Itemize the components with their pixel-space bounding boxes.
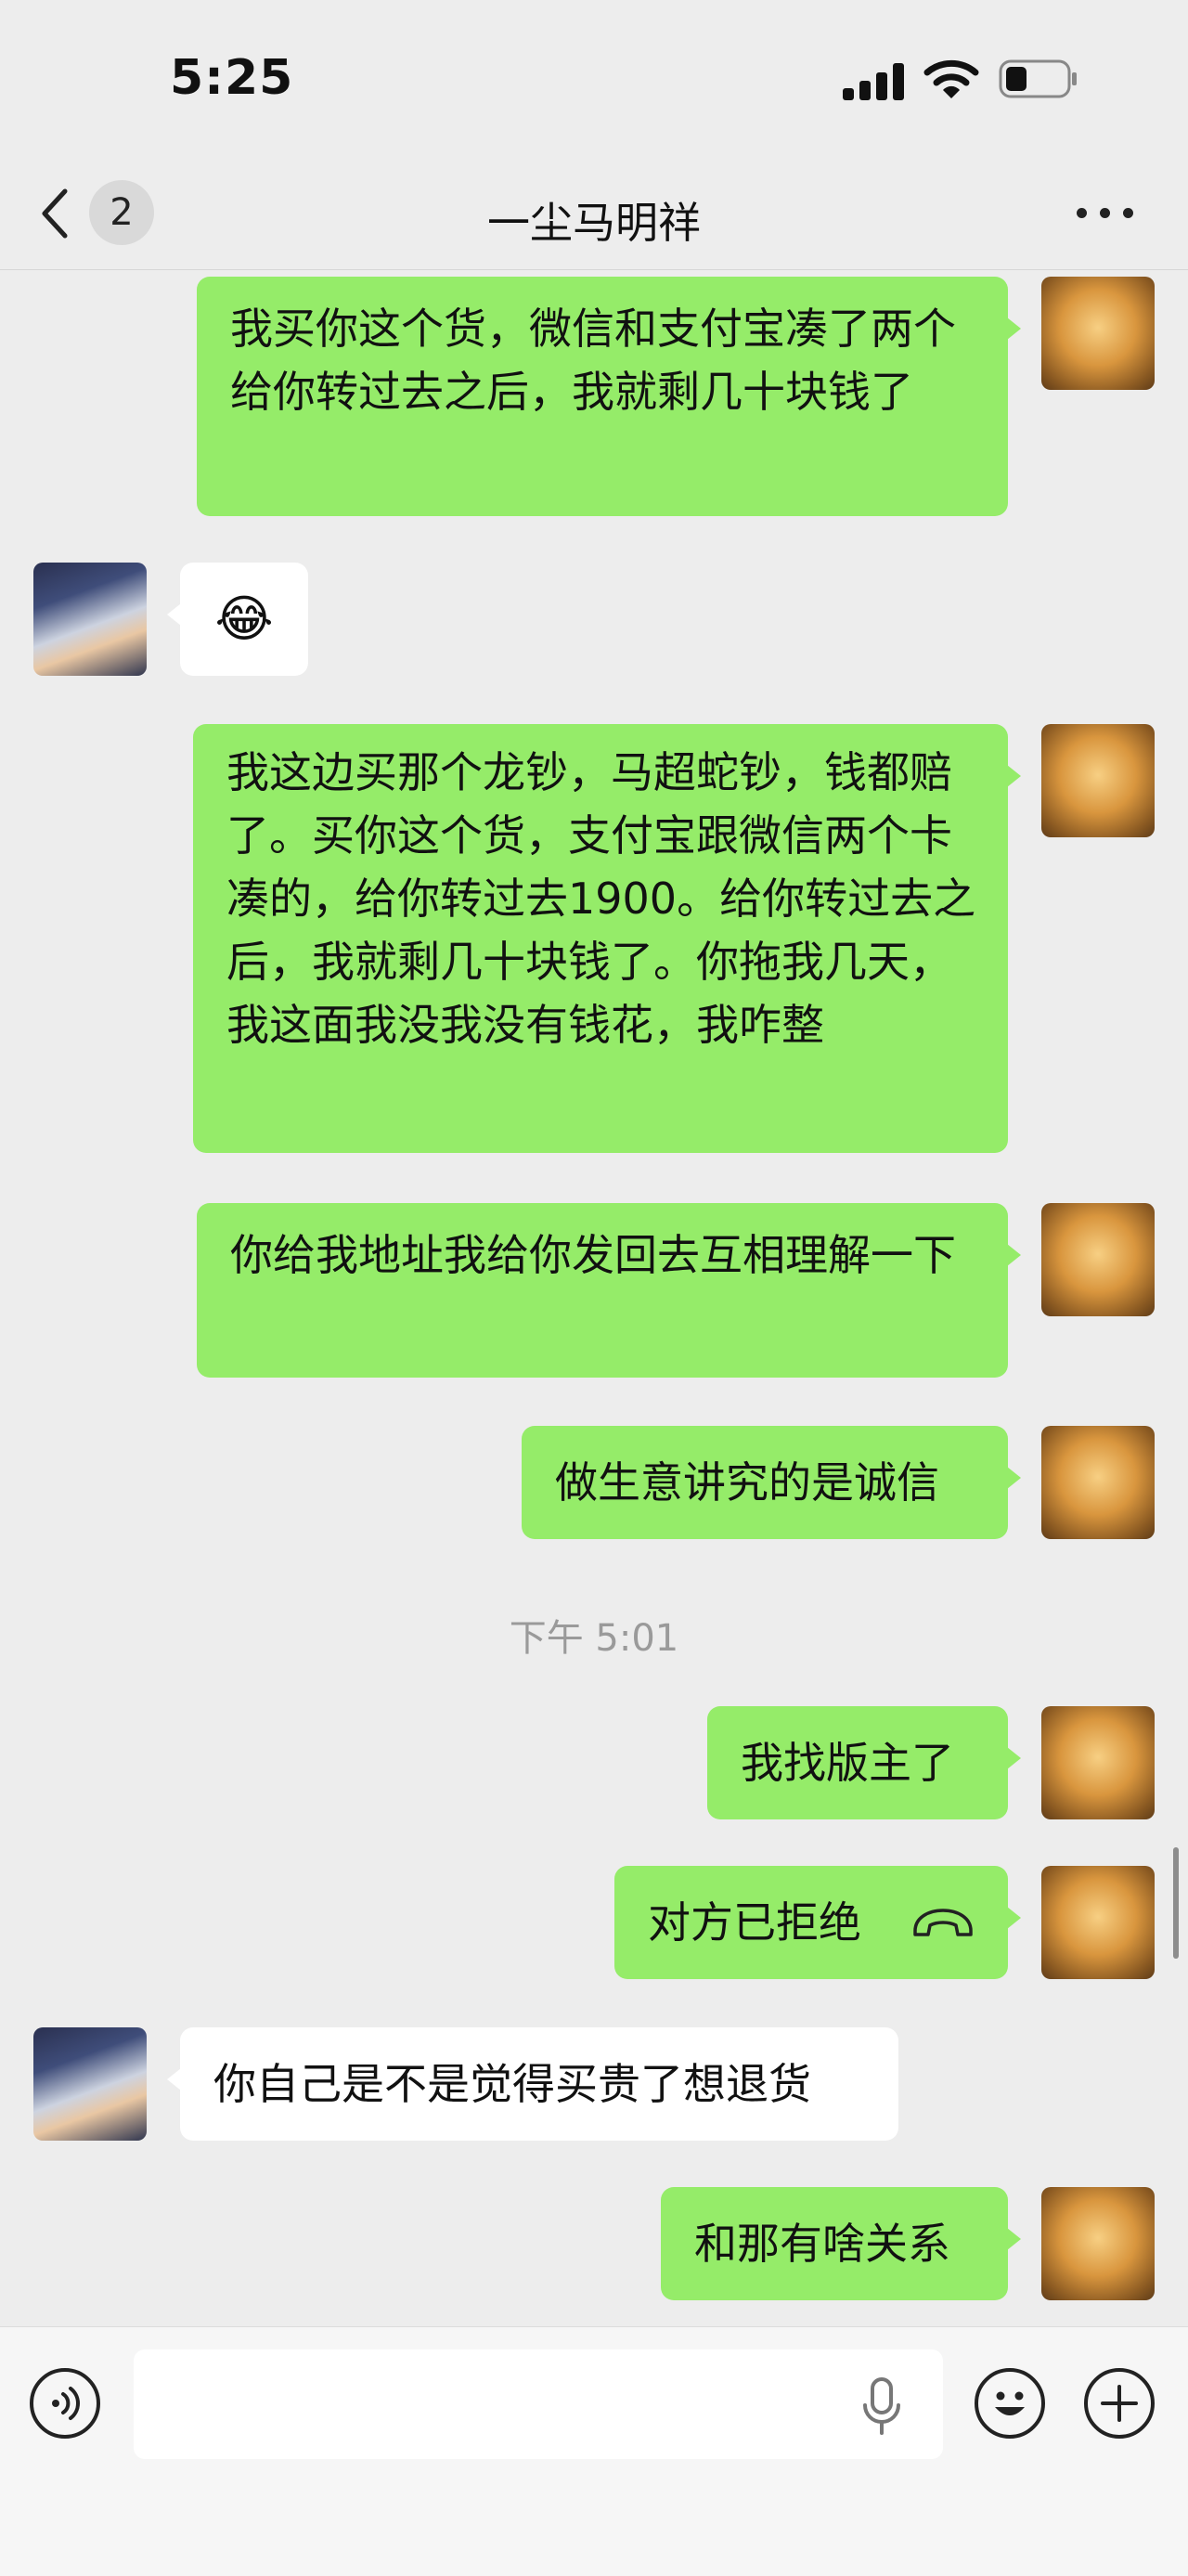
my-avatar[interactable] (1041, 2187, 1155, 2300)
message-text: 你自己是不是觉得买贵了想退货 (213, 2059, 811, 2109)
chat-title: 一尘马明祥 (487, 198, 701, 248)
message-bubble[interactable]: 做生意讲究的是诚信 (522, 1426, 1021, 1539)
message-bubble[interactable]: 你给我地址我给你发回去互相理解一下 (197, 1203, 1021, 1378)
cellular-signal-icon (843, 63, 906, 100)
call-status-bubble[interactable]: 对方已拒绝 (614, 1866, 1021, 1979)
timestamp: 下午 5:01 (509, 1617, 679, 1660)
chat-header: 2 一尘马明祥 (0, 158, 1188, 270)
battery-icon (999, 59, 1077, 98)
my-avatar[interactable] (1041, 1426, 1155, 1539)
scrollbar[interactable] (1173, 1847, 1179, 1959)
message-text: 我这边买那个龙钞，马超蛇钞，钱都赔了。买你这个货，支付宝跟微信两个卡凑的，给你转… (226, 747, 976, 1050)
message-text: 和那有啥关系 (694, 2219, 950, 2269)
contact-avatar[interactable] (33, 2027, 147, 2141)
message-bubble[interactable]: 你自己是不是觉得买贵了想退货 (167, 2027, 898, 2141)
status-time: 5:25 (170, 50, 294, 106)
message-text: 做生意讲究的是诚信 (555, 1457, 939, 1508)
my-avatar[interactable] (1041, 724, 1155, 837)
more-options-icon[interactable] (1077, 195, 1145, 232)
call-declined-icon (913, 1909, 973, 1936)
message-bubble[interactable]: 我找版主了 (707, 1706, 1021, 1819)
status-bar: 5:25 (0, 0, 1188, 158)
message-bubble[interactable]: 我这边买那个龙钞，马超蛇钞，钱都赔了。买你这个货，支付宝跟微信两个卡凑的，给你转… (193, 724, 1021, 1153)
emoji-button[interactable] (975, 2368, 1045, 2439)
message-bubble[interactable]: 和那有啥关系 (661, 2187, 1021, 2300)
wifi-icon (923, 59, 979, 98)
voice-icon (52, 2387, 80, 2420)
message-text: 我买你这个货，微信和支付宝凑了两个给你转过去之后，我就剩几十块钱了 (230, 304, 956, 417)
my-avatar[interactable] (1041, 1203, 1155, 1316)
add-more-button[interactable] (1084, 2368, 1155, 2439)
my-avatar[interactable] (1041, 1866, 1155, 1979)
voice-mode-button[interactable] (30, 2368, 100, 2439)
smiley-icon (995, 2391, 1025, 2415)
contact-avatar[interactable] (33, 563, 147, 676)
microphone-icon[interactable] (861, 2375, 902, 2437)
plus-icon (1101, 2385, 1138, 2422)
message-text: 我找版主了 (741, 1738, 954, 1788)
my-avatar[interactable] (1041, 277, 1155, 390)
my-avatar[interactable] (1041, 1706, 1155, 1819)
input-bar (0, 2326, 1188, 2576)
message-bubble[interactable]: 😂 (167, 563, 308, 676)
message-input[interactable] (134, 2349, 943, 2459)
message-text: 你给我地址我给你发回去互相理解一下 (230, 1230, 956, 1280)
laughing-emoji-icon: 😂 (214, 589, 274, 648)
message-bubble[interactable]: 我买你这个货，微信和支付宝凑了两个给你转过去之后，我就剩几十块钱了 (197, 277, 1021, 516)
